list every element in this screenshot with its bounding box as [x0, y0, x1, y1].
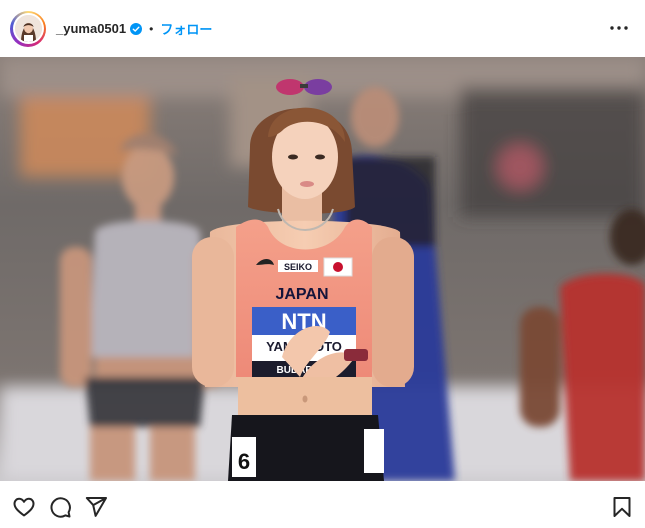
sponsor-text: SEIKO — [284, 262, 312, 272]
follow-button[interactable]: フォロー — [160, 19, 212, 38]
country-text: JAPAN — [275, 286, 328, 303]
hip-number-text: 6 — [238, 449, 250, 474]
share-icon[interactable] — [84, 495, 108, 519]
post-action-bar — [0, 481, 645, 528]
username-link[interactable]: _yuma0501 — [56, 21, 126, 36]
athlete-photo-illustration: SEIKO JAPAN NTN YAMAMOTO BUDAPEST 6 — [0, 57, 645, 481]
avatar-story-ring[interactable] — [10, 10, 46, 47]
post-photo[interactable]: SEIKO JAPAN NTN YAMAMOTO BUDAPEST 6 — [0, 57, 645, 481]
avatar — [14, 15, 42, 42]
verified-badge-icon — [130, 22, 143, 35]
heart-icon[interactable] — [12, 495, 36, 519]
comment-icon[interactable] — [48, 495, 72, 519]
avatar-image — [14, 15, 42, 42]
more-options-icon[interactable] — [609, 18, 629, 38]
separator-dot: • — [149, 21, 154, 36]
bookmark-icon[interactable] — [610, 495, 634, 519]
post-header: _yuma0501 • フォロー — [0, 0, 645, 57]
